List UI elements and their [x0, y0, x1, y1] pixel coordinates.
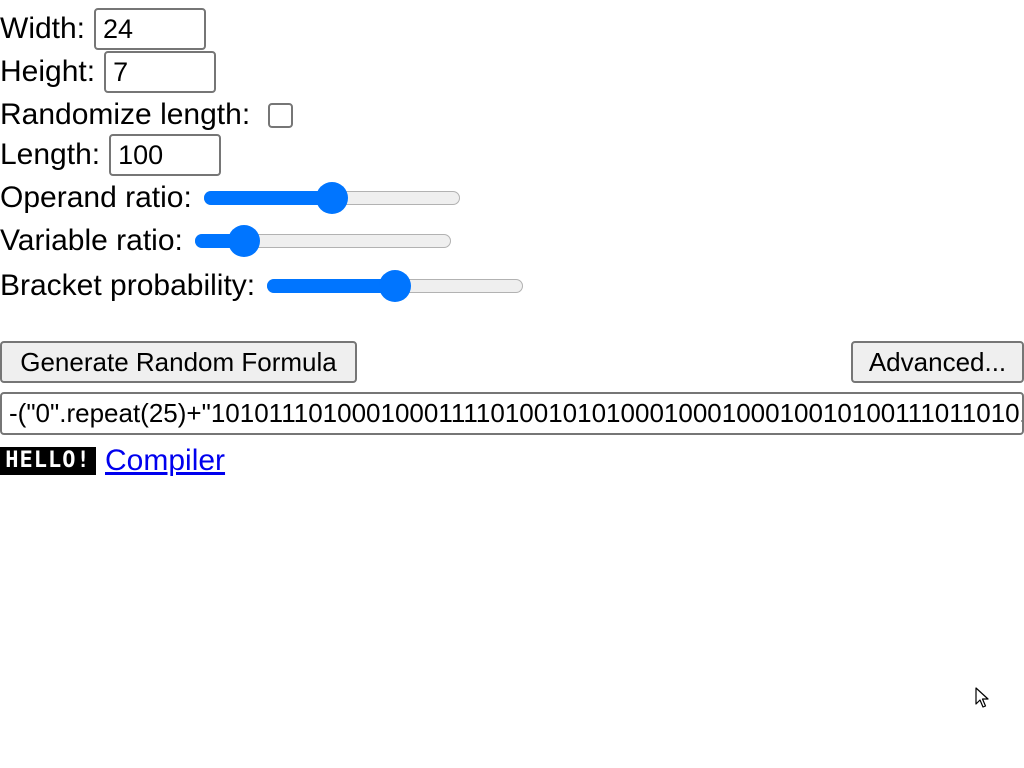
- variable-ratio-slider[interactable]: [194, 224, 451, 258]
- width-row: Width:: [0, 8, 207, 50]
- slider-fill: [267, 279, 396, 293]
- mouse-pointer-icon: [975, 687, 989, 708]
- slider-thumb[interactable]: [379, 270, 412, 302]
- operand-ratio-slider[interactable]: [203, 181, 460, 215]
- length-label: Length:: [0, 138, 101, 171]
- height-label: Height:: [0, 55, 96, 88]
- bracket-probability-slider[interactable]: [267, 269, 524, 303]
- height-input[interactable]: [104, 51, 217, 93]
- formula-text: -("0".repeat(25)+"1010111010001000111101…: [9, 398, 1024, 428]
- generate-random-formula-button[interactable]: Generate Random Formula: [0, 341, 357, 383]
- slider-fill: [203, 191, 332, 205]
- slider-thumb[interactable]: [315, 182, 348, 214]
- width-input[interactable]: [94, 8, 207, 50]
- footer-row: HELLO! Compiler: [0, 444, 225, 478]
- compiler-link[interactable]: Compiler: [105, 444, 225, 478]
- variable-ratio-row: Variable ratio:: [0, 224, 451, 258]
- operand-ratio-label: Operand ratio:: [0, 181, 192, 214]
- variable-ratio-label: Variable ratio:: [0, 224, 183, 257]
- width-label: Width:: [0, 12, 86, 45]
- length-input[interactable]: [109, 134, 222, 176]
- length-row: Length:: [0, 134, 222, 176]
- operand-ratio-row: Operand ratio:: [0, 181, 460, 215]
- randomize-length-checkbox[interactable]: [268, 102, 294, 128]
- advanced-button[interactable]: Advanced...: [851, 341, 1024, 383]
- randomize-length-row: Randomize length:: [0, 96, 294, 134]
- hello-logo: HELLO!: [0, 447, 96, 475]
- slider-thumb[interactable]: [228, 225, 261, 257]
- bracket-probability-row: Bracket probability:: [0, 269, 524, 303]
- formula-output-field[interactable]: -("0".repeat(25)+"1010111010001000111101…: [0, 392, 1024, 435]
- randomize-length-label: Randomize length:: [0, 98, 251, 131]
- height-row: Height:: [0, 51, 217, 93]
- bracket-probability-label: Bracket probability:: [0, 269, 256, 302]
